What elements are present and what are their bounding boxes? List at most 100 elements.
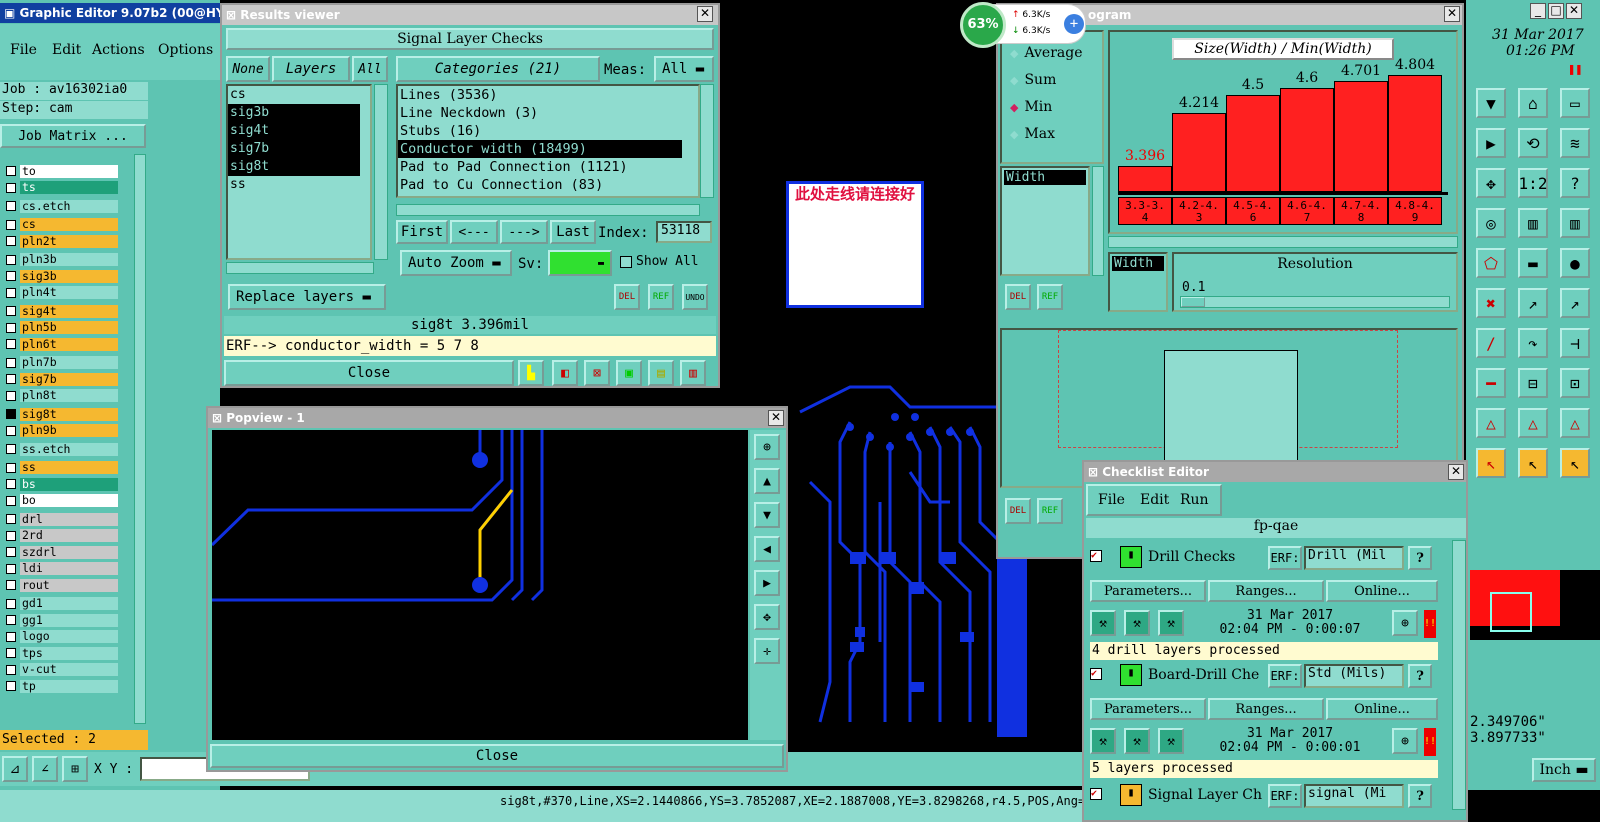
export-icon[interactable]: ▣ <box>616 360 642 386</box>
erf-button[interactable]: ERF: <box>1268 664 1302 688</box>
layers-tab[interactable]: Layers <box>272 56 350 82</box>
layer-checkbox[interactable] <box>6 479 16 489</box>
run-check-icon[interactable]: ⚒ <box>1158 728 1184 754</box>
radio-icon[interactable]: ◆ <box>1010 128 1018 141</box>
layer-row-sig7b[interactable]: sig7b <box>6 372 118 386</box>
layer-row-pln5b[interactable]: pln5b <box>6 321 118 335</box>
layer-row-to[interactable]: to <box>6 164 118 178</box>
help-icon[interactable]: ? <box>1408 664 1432 688</box>
window-icon[interactable]: ▭ <box>1560 88 1590 118</box>
layer-checkbox[interactable] <box>6 615 16 625</box>
last-button[interactable]: Last <box>550 220 596 244</box>
replace-layers-dropdown[interactable]: Replace layers ▬ <box>228 284 386 310</box>
pan-up-icon[interactable]: ▲ <box>754 468 780 494</box>
align-icon[interactable]: ⊣ <box>1560 328 1590 358</box>
cl-menu-file[interactable]: File <box>1098 492 1125 508</box>
add-icon[interactable]: + <box>1064 14 1084 34</box>
close-icon[interactable]: ✕ <box>768 410 784 426</box>
notes-icon[interactable]: ▤ <box>648 360 674 386</box>
index-input[interactable]: 53118 <box>656 221 712 243</box>
result-layer-item[interactable]: sig4t <box>228 122 360 140</box>
layer-checkbox[interactable] <box>6 514 16 524</box>
layer-checkbox[interactable] <box>6 664 16 675</box>
preview-del-button[interactable]: DEL <box>1005 498 1031 524</box>
next-icon[interactable]: ▶ <box>1476 128 1506 158</box>
fit-icon[interactable]: ⊟ <box>1518 368 1548 398</box>
result-layer-item[interactable]: cs <box>228 86 360 104</box>
parameters-button[interactable]: Parameters... <box>1090 698 1206 720</box>
layer-checkbox[interactable] <box>6 580 16 590</box>
layer-row-pln4t[interactable]: pln4t <box>6 286 118 300</box>
mini-map[interactable] <box>1470 570 1600 640</box>
resolution-slider[interactable] <box>1180 296 1450 308</box>
layer-checkbox[interactable] <box>6 271 16 281</box>
layer-checkbox[interactable] <box>6 182 16 193</box>
layer-checkbox[interactable] <box>6 322 16 333</box>
cpu-gauge[interactable]: 63% <box>960 2 1006 48</box>
dash-icon[interactable]: ━ <box>1476 368 1506 398</box>
histogram-icon[interactable]: ▥ <box>680 360 706 386</box>
panel-icon[interactable]: ▥ <box>1518 208 1548 238</box>
preview-ref-button[interactable]: REF <box>1037 498 1063 524</box>
layer-checkbox[interactable] <box>6 681 16 691</box>
layer-checkbox[interactable] <box>6 462 16 473</box>
layer-row-cs.etch[interactable]: cs.etch <box>6 199 118 213</box>
target-icon[interactable]: ◎ <box>1476 208 1506 238</box>
maximize-icon[interactable]: □ <box>1548 3 1564 19</box>
undo-button[interactable]: UNDO <box>682 284 708 310</box>
results-viewer-titlebar[interactable]: ⊠ Results viewer <box>222 5 718 25</box>
help-icon[interactable]: ? <box>1560 168 1590 198</box>
checklist-scrollbar[interactable] <box>1452 540 1466 810</box>
hist-ref-button[interactable]: REF <box>1037 284 1063 310</box>
zoom-icon[interactable]: ⊕ <box>1392 610 1418 636</box>
layer-row-ss[interactable]: ss <box>6 461 118 475</box>
layer-checkbox[interactable] <box>6 495 16 506</box>
erase-icon[interactable]: ⊠ <box>584 360 610 386</box>
line-icon[interactable]: ↗ <box>1518 288 1548 318</box>
result-layer-item[interactable]: sig7b <box>228 140 360 158</box>
auto-zoom-dropdown[interactable]: Auto Zoom ▬ <box>400 250 512 276</box>
pointer-icon[interactable]: ↖ <box>1476 448 1506 478</box>
check-checkbox[interactable]: ✔ <box>1090 550 1102 562</box>
run-check-icon[interactable]: ⚒ <box>1124 610 1150 636</box>
layer-row-ts[interactable]: ts <box>6 181 118 195</box>
menu-file[interactable]: File <box>10 42 37 58</box>
layer-row-tp[interactable]: tp <box>6 679 118 693</box>
layer-row-pln6t[interactable]: pln6t <box>6 337 118 351</box>
minimize-icon[interactable]: _ <box>1530 3 1546 19</box>
run-check-icon[interactable]: ⚒ <box>1158 610 1184 636</box>
pan-left-icon[interactable]: ◀ <box>754 536 780 562</box>
layer-row-drl[interactable]: drl <box>6 512 118 526</box>
erf-input[interactable]: Std (Mils) <box>1304 664 1404 688</box>
erf-button[interactable]: ERF: <box>1268 546 1302 570</box>
rotate-icon[interactable]: ⟲ <box>1518 128 1548 158</box>
triangle-icon[interactable]: △ <box>1560 408 1590 438</box>
triangle-icon[interactable]: △ <box>1476 408 1506 438</box>
layer-checkbox[interactable] <box>6 306 16 316</box>
help-icon[interactable]: ? <box>1408 546 1432 570</box>
width-selector[interactable]: Width <box>1112 256 1164 271</box>
stat-option-sum[interactable]: ◆ Sum <box>1010 72 1056 88</box>
popview-close-button[interactable]: Close <box>210 744 784 768</box>
frame-icon[interactable]: ⊡ <box>1560 368 1590 398</box>
scale-icon[interactable]: 1:2 <box>1518 168 1548 198</box>
radio-icon[interactable]: ◆ <box>1010 74 1018 87</box>
layer-checkbox[interactable] <box>6 236 16 246</box>
erf-button[interactable]: ERF: <box>1268 784 1302 808</box>
close-icon[interactable]: ✕ <box>1444 6 1460 22</box>
ranges-button[interactable]: Ranges... <box>1208 580 1324 602</box>
run-check-icon[interactable]: ⚒ <box>1090 728 1116 754</box>
layer-row-ss.etch[interactable]: ss.etch <box>6 442 118 456</box>
layer-checkbox[interactable] <box>6 374 16 384</box>
layer-row-cs[interactable]: cs <box>6 218 118 232</box>
online-button[interactable]: Online... <box>1326 580 1438 602</box>
layer-checkbox[interactable] <box>6 425 16 436</box>
popview-titlebar[interactable]: ⊠ Popview - 1 <box>208 408 786 428</box>
histogram-bar[interactable] <box>1172 113 1226 192</box>
layer-checkbox[interactable] <box>6 547 16 557</box>
slash-icon[interactable]: / <box>1476 328 1506 358</box>
layer-checkbox[interactable] <box>6 357 16 368</box>
zoom-in-icon[interactable]: ⊕ <box>754 434 780 460</box>
check-checkbox[interactable]: ✔ <box>1090 668 1102 680</box>
prev-button[interactable]: <--- <box>450 220 498 244</box>
